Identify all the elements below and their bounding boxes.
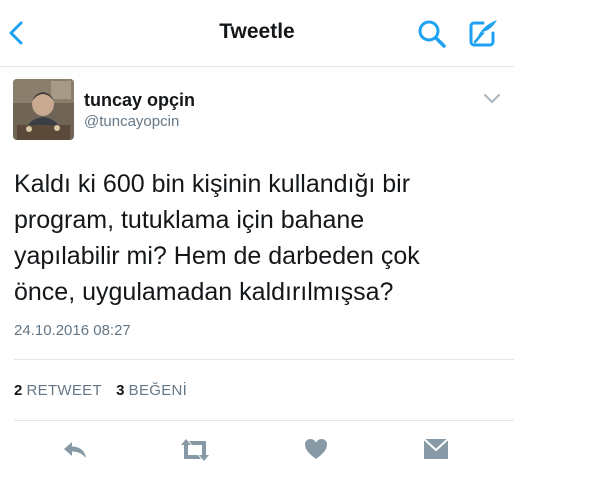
chevron-left-icon xyxy=(9,21,23,45)
compose-tweet-button[interactable] xyxy=(466,16,500,50)
direct-message-icon xyxy=(423,438,449,459)
avatar-photo xyxy=(13,79,74,140)
search-icon xyxy=(418,20,446,48)
author-handle[interactable]: @tuncayopcin xyxy=(84,113,179,130)
search-button[interactable] xyxy=(417,19,447,49)
tweet-text: Kaldı ki 600 bin kişinin kullandığı bir … xyxy=(14,166,484,310)
back-button[interactable] xyxy=(6,20,28,46)
tweet-text-line: Kaldı ki 600 bin kişinin kullandığı bir xyxy=(14,170,411,198)
retweets-label: RETWEET xyxy=(26,382,102,399)
like-heart-icon xyxy=(305,439,327,459)
direct-message-button[interactable] xyxy=(422,436,450,466)
author-name[interactable]: tuncay opçin xyxy=(84,90,195,111)
tweet-timestamp: 24.10.2016 08:27 xyxy=(14,322,131,339)
reply-icon xyxy=(64,442,86,458)
tweet-options-button[interactable] xyxy=(481,92,503,106)
divider xyxy=(14,420,514,421)
tweet-text-line: önce, uygulamadan kaldırılmışsa? xyxy=(14,278,394,306)
tweet-text-line: yapılabilir mi? Hem de darbeden çok xyxy=(14,242,420,270)
retweet-icon xyxy=(181,439,209,461)
divider xyxy=(14,359,514,360)
like-button[interactable] xyxy=(303,436,329,466)
navigation-bar: Tweetle xyxy=(0,0,514,67)
retweets-stat[interactable]: 2 RETWEET xyxy=(14,382,102,399)
avatar[interactable] xyxy=(13,79,74,140)
retweet-button[interactable] xyxy=(178,436,212,466)
engagement-stats: 2 RETWEET 3 BEĞENİ xyxy=(14,382,197,399)
likes-count: 3 xyxy=(116,382,125,399)
reply-button[interactable] xyxy=(61,436,89,466)
tweet-detail-screen: Tweetle tuncay opçin @tuncayopcin Kaldı … xyxy=(0,0,514,478)
compose-tweet-icon xyxy=(469,20,497,47)
chevron-down-icon xyxy=(483,93,501,104)
likes-stat[interactable]: 3 BEĞENİ xyxy=(116,382,187,399)
retweets-count: 2 xyxy=(14,382,23,399)
tweet-text-line: program, tutuklama için bahane xyxy=(14,206,365,234)
likes-label: BEĞENİ xyxy=(128,382,188,399)
